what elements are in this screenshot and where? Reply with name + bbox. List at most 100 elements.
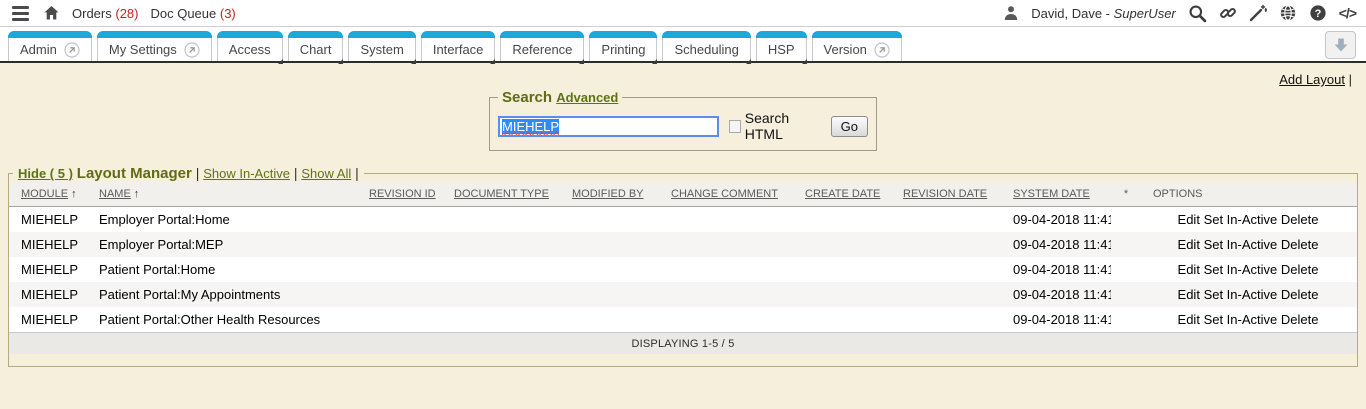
layout-manager-panel: Hide ( 5 ) Layout Manager | Show In-Acti… [8, 165, 1358, 367]
cell-revision-id [357, 282, 442, 307]
orders-count: (28) [115, 6, 138, 21]
delete-link[interactable]: Delete [1281, 312, 1319, 327]
cell-name: Patient Portal:Home [87, 257, 357, 282]
home-icon[interactable] [43, 5, 60, 21]
cell-document-type [442, 232, 560, 257]
svg-text:?: ? [1314, 8, 1321, 20]
edit-link[interactable]: Edit [1178, 312, 1200, 327]
column-header-label: CHANGE COMMENT [671, 188, 778, 200]
cell-document-type [442, 307, 560, 332]
column-header-revision-date[interactable]: REVISION DATE [891, 182, 1001, 207]
search-input[interactable]: MIEHELP [498, 116, 719, 137]
table-row: MIEHELPPatient Portal:Other Health Resou… [9, 307, 1357, 332]
tab-hsp[interactable]: HSP [756, 31, 807, 61]
sort-ascending-icon: ↑ [71, 188, 77, 200]
column-header-module[interactable]: MODULE↑ [9, 182, 87, 207]
code-icon[interactable]: </> [1339, 5, 1356, 21]
tab-system[interactable]: System [348, 31, 415, 61]
column-header-label: MODIFIED BY [572, 188, 644, 200]
orders-label: Orders [72, 6, 112, 21]
tab-interface[interactable]: Interface [421, 31, 496, 61]
delete-link[interactable]: Delete [1281, 262, 1319, 277]
set-inactive-link[interactable]: Set In-Active [1204, 287, 1278, 302]
tab-printing[interactable]: Printing [589, 31, 657, 61]
column-header-revision-id[interactable]: REVISION ID [357, 182, 442, 207]
search-title: Search [502, 89, 552, 106]
edit-link[interactable]: Edit [1178, 212, 1200, 227]
cell-revision-id [357, 207, 442, 233]
cell-module: MIEHELP [9, 207, 87, 233]
set-inactive-link[interactable]: Set In-Active [1204, 237, 1278, 252]
delete-link[interactable]: Delete [1281, 287, 1319, 302]
orders-link[interactable]: Orders (28) [72, 6, 138, 21]
cell-system-date: 09-04-2018 11:41:38 [1001, 282, 1111, 307]
down-arrow-icon [1333, 37, 1349, 53]
cell-document-type [442, 257, 560, 282]
topbar: Orders (28) Doc Queue (3) David, Dave - … [0, 0, 1366, 27]
tab-version[interactable]: Version [812, 31, 902, 61]
cell-change-comment [659, 207, 793, 233]
show-inactive-link[interactable]: Show In-Active [203, 166, 290, 181]
cell-name: Employer Portal:MEP [87, 232, 357, 257]
column-header-system-date[interactable]: SYSTEM DATE [1001, 182, 1111, 207]
tab-access[interactable]: Access [217, 31, 283, 61]
hide-link[interactable]: Hide ( 5 ) [18, 166, 73, 181]
cell-module: MIEHELP [9, 257, 87, 282]
cell-revision-date [891, 282, 1001, 307]
column-header-name[interactable]: NAME↑ [87, 182, 357, 207]
globe-icon[interactable] [1279, 4, 1297, 22]
help-icon[interactable]: ? [1309, 4, 1327, 22]
sort-ascending-icon: ↑ [134, 188, 140, 200]
tab-scheduling[interactable]: Scheduling [662, 31, 750, 61]
tab-chart[interactable]: Chart [288, 31, 344, 61]
cell-options: Edit Set In-Active Delete [1141, 307, 1357, 332]
tab-label: Admin [20, 42, 57, 57]
column-header-create-date[interactable]: CREATE DATE [793, 182, 891, 207]
tab-admin[interactable]: Admin [8, 31, 92, 61]
tab-label: Reference [512, 42, 572, 57]
set-inactive-link[interactable]: Set In-Active [1204, 262, 1278, 277]
table-header-row: MODULE↑NAME↑REVISION IDDOCUMENT TYPEMODI… [9, 182, 1357, 207]
cell-revision-date [891, 307, 1001, 332]
legend-separator: | [294, 165, 298, 181]
doc-queue-label: Doc Queue [150, 6, 216, 21]
delete-link[interactable]: Delete [1281, 237, 1319, 252]
cell-change-comment [659, 307, 793, 332]
column-header-label: DOCUMENT TYPE [454, 188, 549, 200]
cell-system-date: 09-04-2018 11:41:38 [1001, 307, 1111, 332]
tab-reference[interactable]: Reference [500, 31, 584, 61]
link-icon[interactable] [1219, 4, 1237, 22]
cell-options: Edit Set In-Active Delete [1141, 207, 1357, 233]
doc-queue-link[interactable]: Doc Queue (3) [150, 6, 235, 21]
set-inactive-link[interactable]: Set In-Active [1204, 212, 1278, 227]
column-header-document-type[interactable]: DOCUMENT TYPE [442, 182, 560, 207]
column-header-modified-by[interactable]: MODIFIED BY [560, 182, 659, 207]
open-in-new-icon[interactable] [64, 42, 80, 58]
wand-icon[interactable] [1249, 4, 1267, 22]
hamburger-menu-icon[interactable] [10, 4, 31, 23]
edit-link[interactable]: Edit [1178, 262, 1200, 277]
go-button[interactable]: Go [831, 116, 868, 137]
edit-link[interactable]: Edit [1178, 237, 1200, 252]
add-layout-link[interactable]: Add Layout [1279, 72, 1345, 87]
delete-link[interactable]: Delete [1281, 212, 1319, 227]
search-icon[interactable] [1188, 4, 1207, 23]
cell-modified-by [560, 207, 659, 233]
cell-options: Edit Set In-Active Delete [1141, 232, 1357, 257]
advanced-search-link[interactable]: Advanced [556, 90, 618, 105]
layout-manager-legend: Hide ( 5 ) Layout Manager | Show In-Acti… [13, 165, 364, 182]
cell-name: Patient Portal:Other Health Resources [87, 307, 357, 332]
column-header--: * [1111, 182, 1141, 207]
search-html-checkbox[interactable] [729, 120, 741, 133]
open-in-new-icon[interactable] [874, 42, 890, 58]
edit-link[interactable]: Edit [1178, 287, 1200, 302]
column-header-label: MODULE [21, 188, 68, 200]
column-header-change-comment[interactable]: CHANGE COMMENT [659, 182, 793, 207]
search-legend: Search Advanced [498, 89, 622, 106]
tab-my-settings[interactable]: My Settings [97, 31, 212, 61]
open-in-new-icon[interactable] [184, 42, 200, 58]
collapse-tabs-button[interactable] [1325, 31, 1356, 59]
show-all-link[interactable]: Show All [301, 166, 351, 181]
set-inactive-link[interactable]: Set In-Active [1204, 312, 1278, 327]
tab-label: Printing [601, 42, 645, 57]
